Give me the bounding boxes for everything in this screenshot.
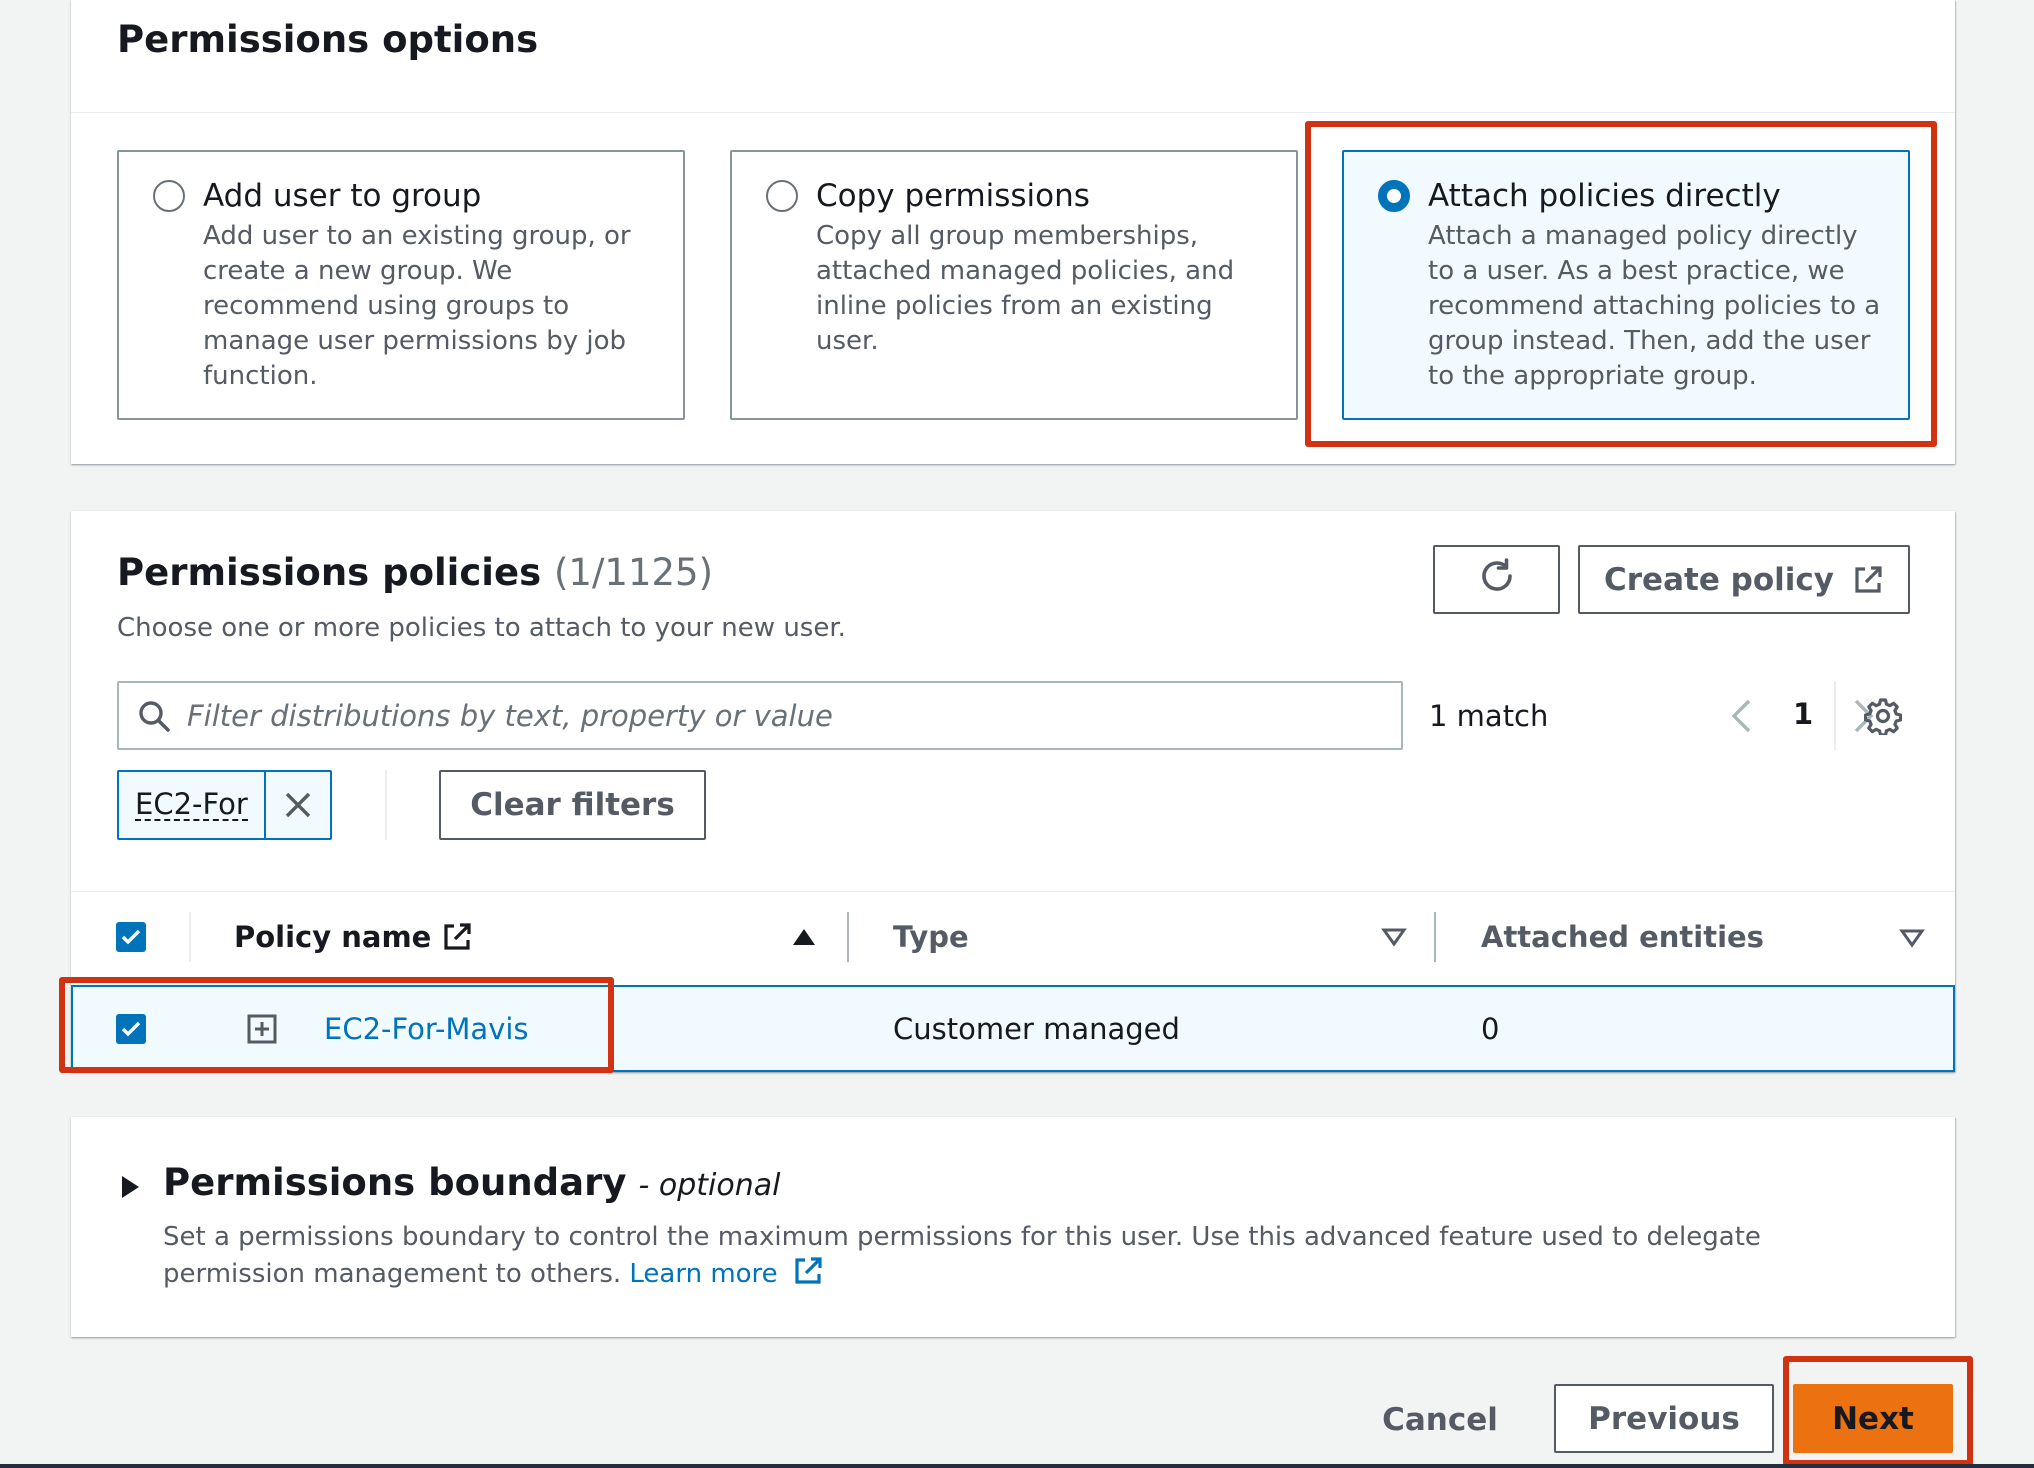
permissions-boundary-panel: Permissions boundary - optional Set a pe… [71, 1117, 1955, 1337]
permissions-options-title: Permissions options [117, 18, 539, 61]
policy-search-input[interactable] [171, 683, 1401, 748]
radio-copy-permissions[interactable] [766, 180, 798, 212]
divider [1434, 912, 1436, 962]
option-title: Add user to group [203, 178, 482, 214]
permissions-boundary-heading[interactable]: Permissions boundary - optional [163, 1161, 780, 1204]
divider [385, 770, 387, 840]
external-link-icon [1852, 564, 1884, 596]
external-link-icon [441, 921, 473, 953]
create-policy-button[interactable]: Create policy [1578, 545, 1910, 614]
external-link-icon [792, 1255, 824, 1297]
divider [189, 912, 191, 962]
permissions-policies-title: Permissions policies [117, 551, 542, 594]
expand-icon[interactable] [246, 987, 278, 1070]
bottom-bar [0, 1464, 2034, 1468]
radio-attach-policies-directly[interactable] [1378, 180, 1410, 212]
policy-count: (1/1125) [553, 551, 714, 594]
search-icon [137, 699, 171, 733]
divider [1834, 681, 1836, 750]
remove-filter-button[interactable] [266, 772, 330, 838]
match-count: 1 match [1429, 699, 1549, 733]
policy-name-link[interactable]: EC2-For-Mavis [324, 987, 529, 1070]
filter-token: EC2-For [117, 770, 332, 840]
learn-more-link[interactable]: Learn more [629, 1259, 777, 1289]
option-tile-add-user-to-group[interactable]: Add user to group Add user to an existin… [117, 150, 685, 420]
option-description: Attach a managed policy directly to a us… [1428, 221, 1881, 391]
permissions-boundary-title: Permissions boundary [163, 1161, 627, 1204]
permissions-policies-panel: Permissions policies (1/1125) Choose one… [71, 511, 1955, 1072]
attached-entities-value: 0 [1481, 1011, 1500, 1046]
permissions-options-panel: Permissions options Add user to group Ad… [71, 0, 1955, 464]
option-title: Attach policies directly [1428, 178, 1781, 214]
column-policy-name[interactable]: Policy name [234, 892, 473, 982]
policies-table-header: Policy name Type Attached entities [71, 891, 1955, 981]
divider [847, 912, 849, 962]
row-checkbox[interactable] [116, 987, 146, 1070]
option-description: Copy all group memberships, attached man… [816, 221, 1235, 356]
policy-type: Customer managed [893, 1011, 1180, 1046]
optional-label: - optional [638, 1168, 781, 1203]
table-row[interactable]: EC2-For-Mavis Customer managed 0 [71, 985, 1955, 1072]
select-all-checkbox[interactable] [116, 892, 146, 982]
settings-gear-icon[interactable] [1861, 694, 1905, 738]
current-page[interactable]: 1 [1793, 697, 1813, 731]
previous-page-icon[interactable] [1721, 696, 1761, 736]
permissions-policies-heading: Permissions policies (1/1125) [117, 551, 713, 594]
clear-filters-button[interactable]: Clear filters [439, 770, 706, 840]
cancel-button[interactable]: Cancel [1370, 1390, 1510, 1450]
filter-token-label: EC2-For [119, 772, 266, 838]
option-tile-copy-permissions[interactable]: Copy permissions Copy all group membersh… [730, 150, 1298, 420]
option-description: Add user to an existing group, or create… [203, 221, 631, 391]
caret-right-icon[interactable] [115, 1172, 145, 1202]
refresh-icon [1477, 556, 1517, 604]
option-title: Copy permissions [816, 178, 1090, 214]
sort-ascending-icon[interactable] [791, 892, 817, 982]
create-policy-label: Create policy [1604, 561, 1834, 598]
permissions-policies-subtitle: Choose one or more policies to attach to… [117, 613, 846, 643]
refresh-button[interactable] [1433, 545, 1560, 614]
permissions-options-header: Permissions options [71, 0, 1955, 113]
permissions-boundary-description: Set a permissions boundary to control th… [163, 1219, 1883, 1297]
sort-icon[interactable] [1897, 926, 1927, 950]
previous-button[interactable]: Previous [1554, 1384, 1774, 1453]
column-type[interactable]: Type [893, 892, 969, 982]
radio-add-user-to-group[interactable] [153, 180, 185, 212]
column-attached-entities[interactable]: Attached entities [1481, 892, 1764, 982]
policy-search-field[interactable] [117, 681, 1403, 750]
option-tile-attach-policies-directly[interactable]: Attach policies directly Attach a manage… [1342, 150, 1910, 420]
next-button[interactable]: Next [1793, 1384, 1953, 1453]
sort-icon[interactable] [1381, 892, 1407, 982]
close-icon [283, 790, 313, 820]
